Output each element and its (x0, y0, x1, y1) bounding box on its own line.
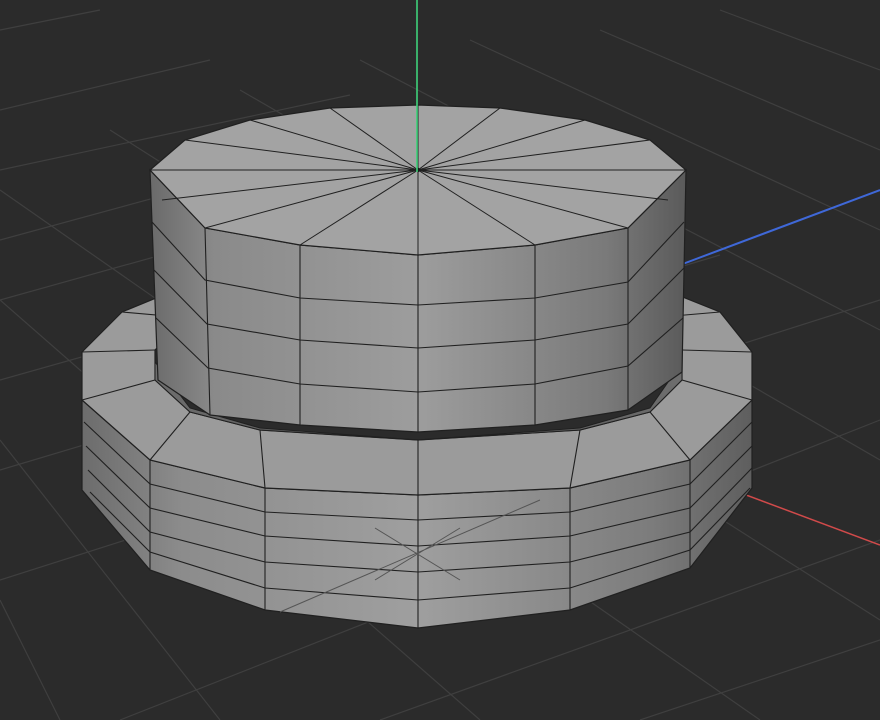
3d-viewport[interactable] (0, 0, 880, 720)
viewport-canvas[interactable] (0, 0, 880, 720)
z-axis-line (679, 189, 880, 266)
cylinder-mesh[interactable] (149, 104, 687, 433)
